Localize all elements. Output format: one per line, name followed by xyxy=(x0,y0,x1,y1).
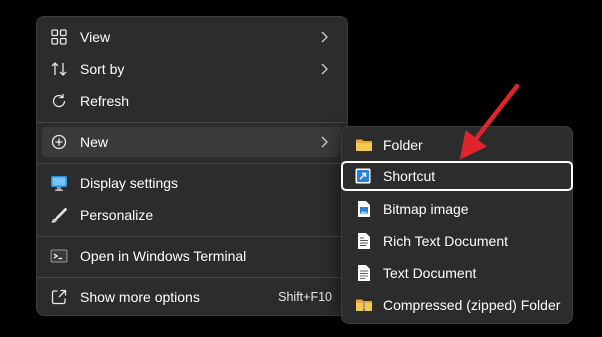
annotation-arrow-icon xyxy=(459,83,520,160)
